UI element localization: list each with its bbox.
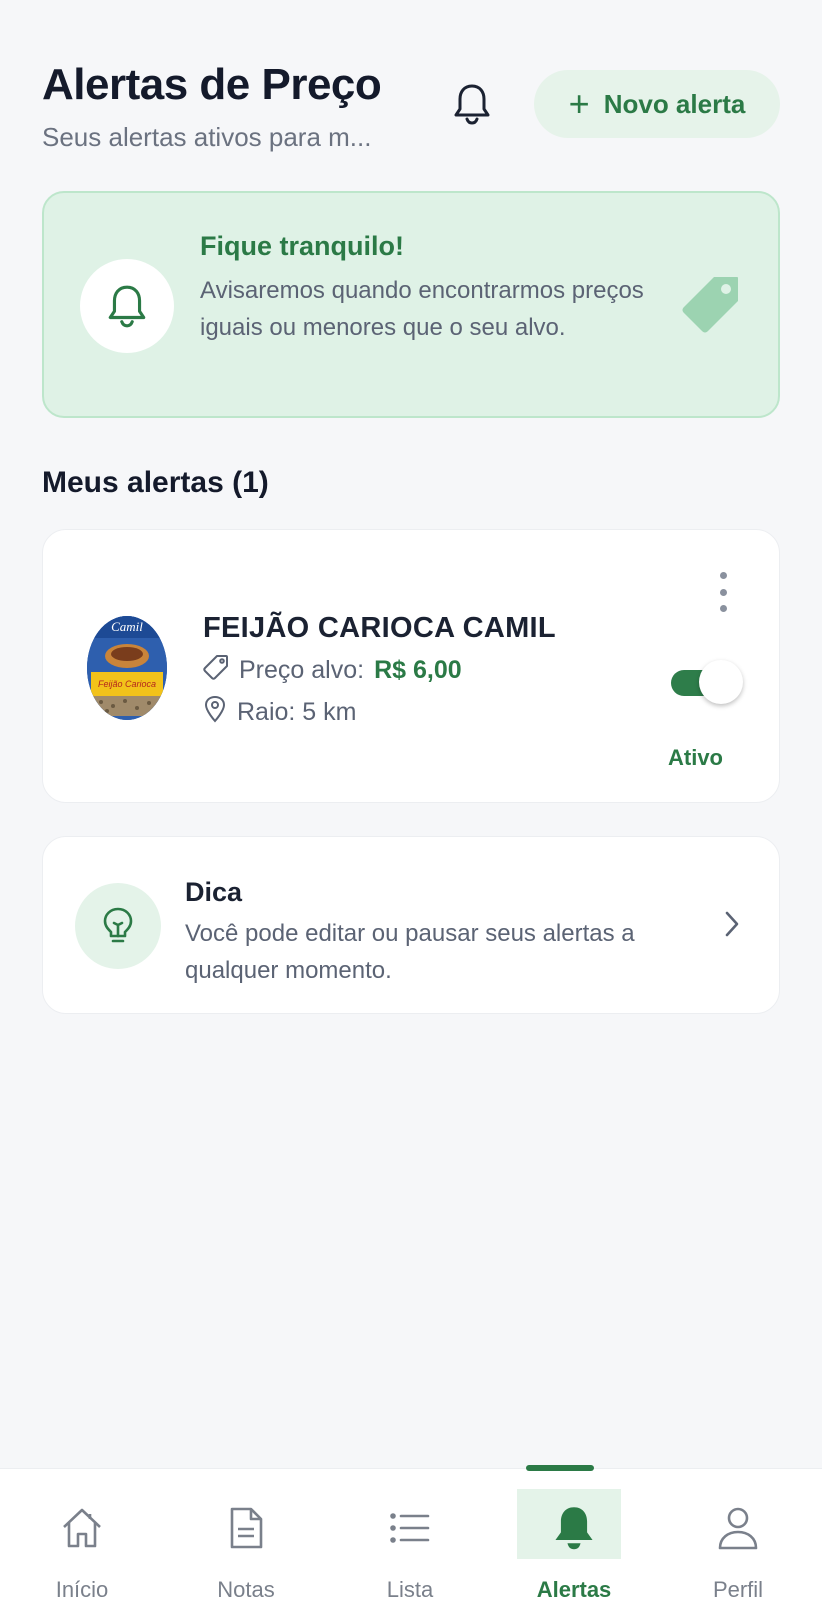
nav-item-lista[interactable]: Lista	[328, 1469, 492, 1600]
plus-icon: +	[568, 83, 590, 124]
bell-icon	[549, 1503, 599, 1553]
svg-text:Camil: Camil	[111, 619, 143, 634]
user-icon	[713, 1503, 763, 1553]
document-icon	[221, 1503, 271, 1553]
nav-label: Notas	[217, 1577, 275, 1600]
active-indicator	[526, 1465, 594, 1471]
radius-row: Raio: 5 km	[203, 695, 356, 730]
location-pin-icon	[203, 695, 227, 730]
bell-icon	[80, 259, 174, 353]
bottom-nav: Início Notas Lista Alertas Perfil	[0, 1465, 822, 1600]
section-title: Meus alertas (1)	[42, 466, 269, 499]
list-icon	[385, 1503, 435, 1553]
nav-label: Início	[55, 1577, 109, 1600]
nav-label: Perfil	[712, 1577, 764, 1600]
new-alert-button[interactable]: + Novo alerta	[534, 70, 780, 138]
tag-icon	[678, 273, 742, 342]
info-title: Fique tranquilo!	[200, 231, 404, 261]
tip-body: Você pode editar ou pausar seus alertas …	[185, 920, 635, 984]
target-price-label: Preço alvo:	[239, 656, 365, 684]
radius-label: Raio: 5 km	[237, 698, 357, 726]
toggle-status-label: Ativo	[668, 745, 723, 770]
new-alert-label: Novo alerta	[603, 88, 746, 119]
target-price-value: R$ 6,00	[374, 656, 462, 684]
nav-label: Lista	[386, 1577, 434, 1600]
info-card: Fique tranquilo! Avisaremos quando encon…	[42, 191, 780, 418]
target-price-row: Preço alvo: R$ 6,00	[203, 654, 462, 687]
nav-label: Alertas	[536, 1577, 612, 1600]
svg-text:Feijão Carioca: Feijão Carioca	[98, 679, 156, 689]
alert-active-toggle[interactable]	[671, 660, 743, 704]
nav-item-inicio[interactable]: Início	[0, 1469, 164, 1600]
alert-card[interactable]: Camil Feijão Carioca FEIJÃO CARIOCA CAMI…	[42, 529, 780, 803]
product-name: FEIJÃO CARIOCA CAMIL	[203, 612, 556, 644]
info-body: Avisaremos quando encontrarmos preços ig…	[200, 277, 644, 341]
nav-item-alertas[interactable]: Alertas	[492, 1465, 656, 1600]
home-icon	[57, 1503, 107, 1553]
more-options-icon[interactable]	[713, 572, 733, 612]
tip-card[interactable]: Dica Você pode editar ou pausar seus ale…	[42, 836, 780, 1014]
tag-icon	[203, 654, 229, 687]
bell-icon[interactable]	[448, 80, 496, 128]
lightbulb-icon	[75, 883, 161, 969]
tip-title: Dica	[185, 877, 243, 907]
chevron-right-icon	[723, 909, 741, 944]
header: Alertas de Preço Seus alertas ativos par…	[42, 62, 782, 162]
product-image: Camil Feijão Carioca	[87, 616, 167, 720]
nav-item-notas[interactable]: Notas	[164, 1469, 328, 1600]
nav-item-perfil[interactable]: Perfil	[656, 1469, 820, 1600]
